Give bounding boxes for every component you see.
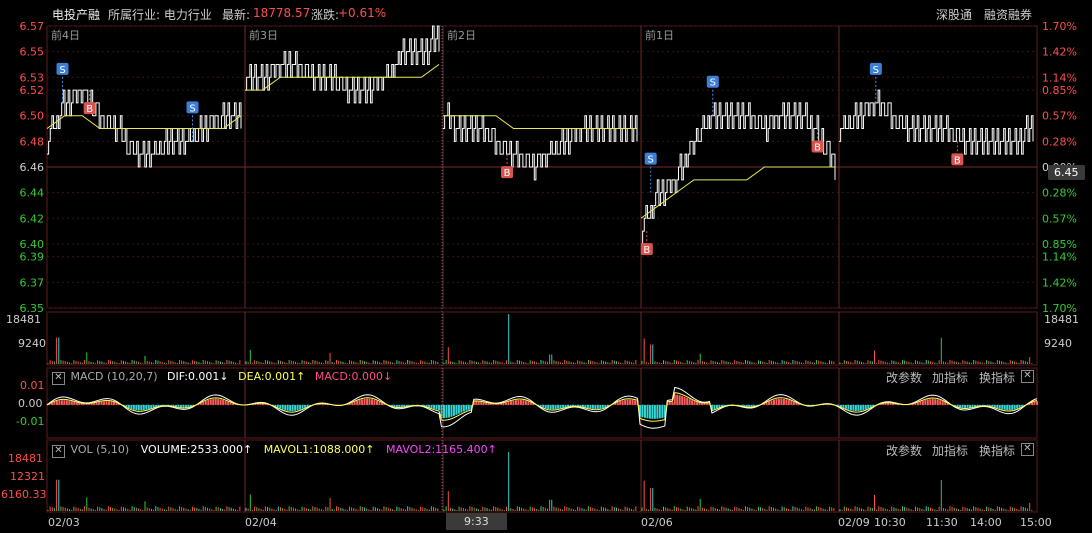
macd-dea: DEA:0.001↑ (238, 370, 306, 383)
signal-label: S (710, 78, 716, 89)
signal-label: S (59, 65, 65, 76)
price-tick-label: 6.37 (20, 276, 45, 289)
vol2-tick-top: 18481 (8, 452, 43, 465)
x-label-0203: 02/03 (48, 516, 80, 529)
price-tick-label: 6.57 (20, 20, 45, 33)
vol-volume: VOLUME:2533.000↑ (140, 443, 253, 456)
price-tick-label: 6.55 (20, 46, 45, 59)
signal-label: B (504, 168, 511, 179)
pct-tick-label: 1.70% (1042, 20, 1077, 33)
price-tick-label: 6.50 (20, 110, 45, 123)
vol-axis-left-max: 18481 (6, 313, 41, 326)
pct-tick-label: 1.42% (1042, 276, 1077, 289)
price-tick-label: 6.39 (20, 251, 45, 264)
vol-switch-indicator-button[interactable]: 换指标 (979, 442, 1015, 459)
pct-tick-label: 0.85% (1042, 238, 1077, 251)
signal-label: B (86, 104, 93, 115)
time-cursor-label: 9:33 (446, 513, 507, 530)
day-label: 前1日 (645, 28, 674, 42)
vol2-tick-low: 6160.33 (1, 488, 47, 501)
day-label: 前3日 (249, 28, 278, 42)
macd-tick-bottom: -0.01 (16, 415, 45, 428)
vol-header: ✕ VOL (5,10) VOLUME:2533.000↑ MAVOL1:108… (52, 443, 497, 458)
macd-add-indicator-button[interactable]: 加指标 (932, 369, 968, 386)
macd-tick-top: 0.01 (20, 379, 45, 392)
pct-tick-label: 1.14% (1042, 71, 1077, 84)
volume-panel-frame (46, 311, 1038, 366)
x-label-1400: 14:00 (970, 516, 1002, 529)
price-line (641, 102, 836, 245)
price-tick-label: 6.52 (20, 84, 45, 97)
price-tick-label: 6.40 (20, 238, 45, 251)
x-label-0204: 02/04 (245, 516, 277, 529)
pct-tick-label: 0.28% (1042, 135, 1077, 148)
vol-close-button[interactable]: ✕ (52, 445, 65, 458)
vol-mavol2: MAVOL2:1165.400↑ (386, 443, 497, 456)
x-label-1030: 10:30 (874, 516, 906, 529)
vol-axis-right-mid: 9240 (1044, 337, 1072, 350)
vol-axis-left-mid: 9240 (18, 337, 46, 350)
price-tick-label: 6.44 (20, 187, 45, 200)
signal-label: S (189, 103, 195, 114)
price-tick-label: 6.48 (20, 135, 45, 148)
vol-add-indicator-button[interactable]: 加指标 (932, 442, 968, 459)
price-tick-label: 6.42 (20, 212, 45, 225)
macd-switch-indicator-button[interactable]: 换指标 (979, 369, 1015, 386)
x-label-1130: 11:30 (926, 516, 958, 529)
pct-tick-label: 1.42% (1042, 46, 1077, 59)
vol2-tick-mid: 12321 (10, 470, 45, 483)
vol-panel-close-icon[interactable]: ✕ (1021, 443, 1034, 456)
pct-tick-label: 0.57% (1042, 110, 1077, 123)
pct-tick-label: 0.57% (1042, 212, 1077, 225)
macd-dea-line (46, 392, 1038, 422)
macd-title[interactable]: MACD (10,20,7) (71, 370, 158, 383)
macd-panel-close-icon[interactable]: ✕ (1021, 370, 1034, 383)
avg-line (46, 115, 242, 130)
signal-label: B (643, 245, 650, 256)
macd-params-button[interactable]: 改参数 (886, 369, 922, 386)
macd-value: MACD:0.000↓ (314, 370, 393, 383)
vol-axis-right-max: 18481 (1044, 313, 1079, 326)
signal-label: S (648, 155, 654, 166)
day-label: 前4日 (51, 28, 80, 42)
macd-tick-mid: 0.00 (18, 397, 43, 410)
pct-tick-label: 0.85% (1042, 84, 1077, 97)
current-price-tag: 6.45 (1048, 165, 1085, 180)
x-label-0209: 02/09 (838, 516, 870, 529)
price-line (839, 89, 1034, 155)
macd-header: ✕ MACD (10,20,7) DIF:0.001↓ DEA:0.001↑ M… (52, 370, 392, 385)
day-label: 前2日 (447, 28, 476, 42)
signal-label: B (954, 155, 961, 166)
signal-label: S (873, 65, 879, 76)
vol-mavol1: MAVOL1:1088.000↑ (263, 443, 375, 456)
pct-tick-label: 0.28% (1042, 187, 1077, 200)
price-tick-label: 6.46 (20, 161, 45, 174)
x-label-1500: 15:00 (1020, 516, 1052, 529)
vol-title[interactable]: VOL (5,10) (71, 443, 130, 456)
macd-dif: DIF:0.001↓ (167, 370, 229, 383)
price-tick-label: 6.53 (20, 71, 45, 84)
macd-close-button[interactable]: ✕ (52, 372, 65, 385)
pct-tick-label: 1.14% (1042, 251, 1077, 264)
vol-params-button[interactable]: 改参数 (886, 442, 922, 459)
x-label-0206: 02/06 (641, 516, 673, 529)
signal-label: B (814, 143, 821, 154)
